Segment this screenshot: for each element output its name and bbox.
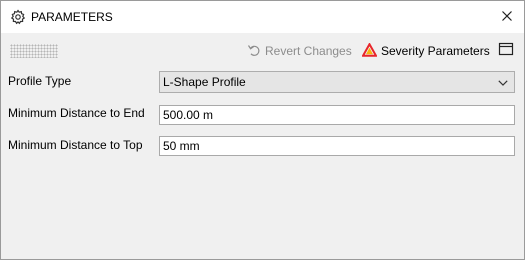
close-button[interactable] [490, 1, 524, 33]
severity-parameters-button[interactable]: Severity Parameters [361, 41, 490, 60]
profile-type-select[interactable]: L-Shape Profile [159, 71, 515, 93]
parameters-window: PARAMETERS Revert Changes Severity Param… [0, 0, 525, 260]
profile-type-label: Profile Type [8, 74, 72, 88]
min-distance-top-input[interactable] [159, 136, 515, 156]
min-distance-end-label: Minimum Distance to End [8, 106, 145, 120]
panel-layout-icon [498, 42, 514, 60]
severity-parameters-label: Severity Parameters [381, 44, 490, 58]
panel-layout-button[interactable] [498, 41, 514, 57]
drag-grip[interactable] [10, 44, 58, 58]
profile-type-value: L-Shape Profile [163, 75, 246, 89]
undo-icon [247, 43, 265, 60]
min-distance-top-label: Minimum Distance to Top [8, 138, 143, 152]
window-title: PARAMETERS [31, 10, 113, 24]
close-icon [502, 10, 512, 24]
title-bar: PARAMETERS [1, 1, 524, 33]
toolbar: Revert Changes Severity Parameters [1, 34, 524, 66]
revert-changes-label: Revert Changes [265, 44, 352, 58]
chevron-down-icon [498, 73, 508, 91]
warning-triangle-icon [361, 41, 381, 60]
min-distance-end-input[interactable] [159, 105, 515, 125]
revert-changes-button[interactable]: Revert Changes [247, 42, 352, 60]
gear-icon [10, 9, 26, 25]
